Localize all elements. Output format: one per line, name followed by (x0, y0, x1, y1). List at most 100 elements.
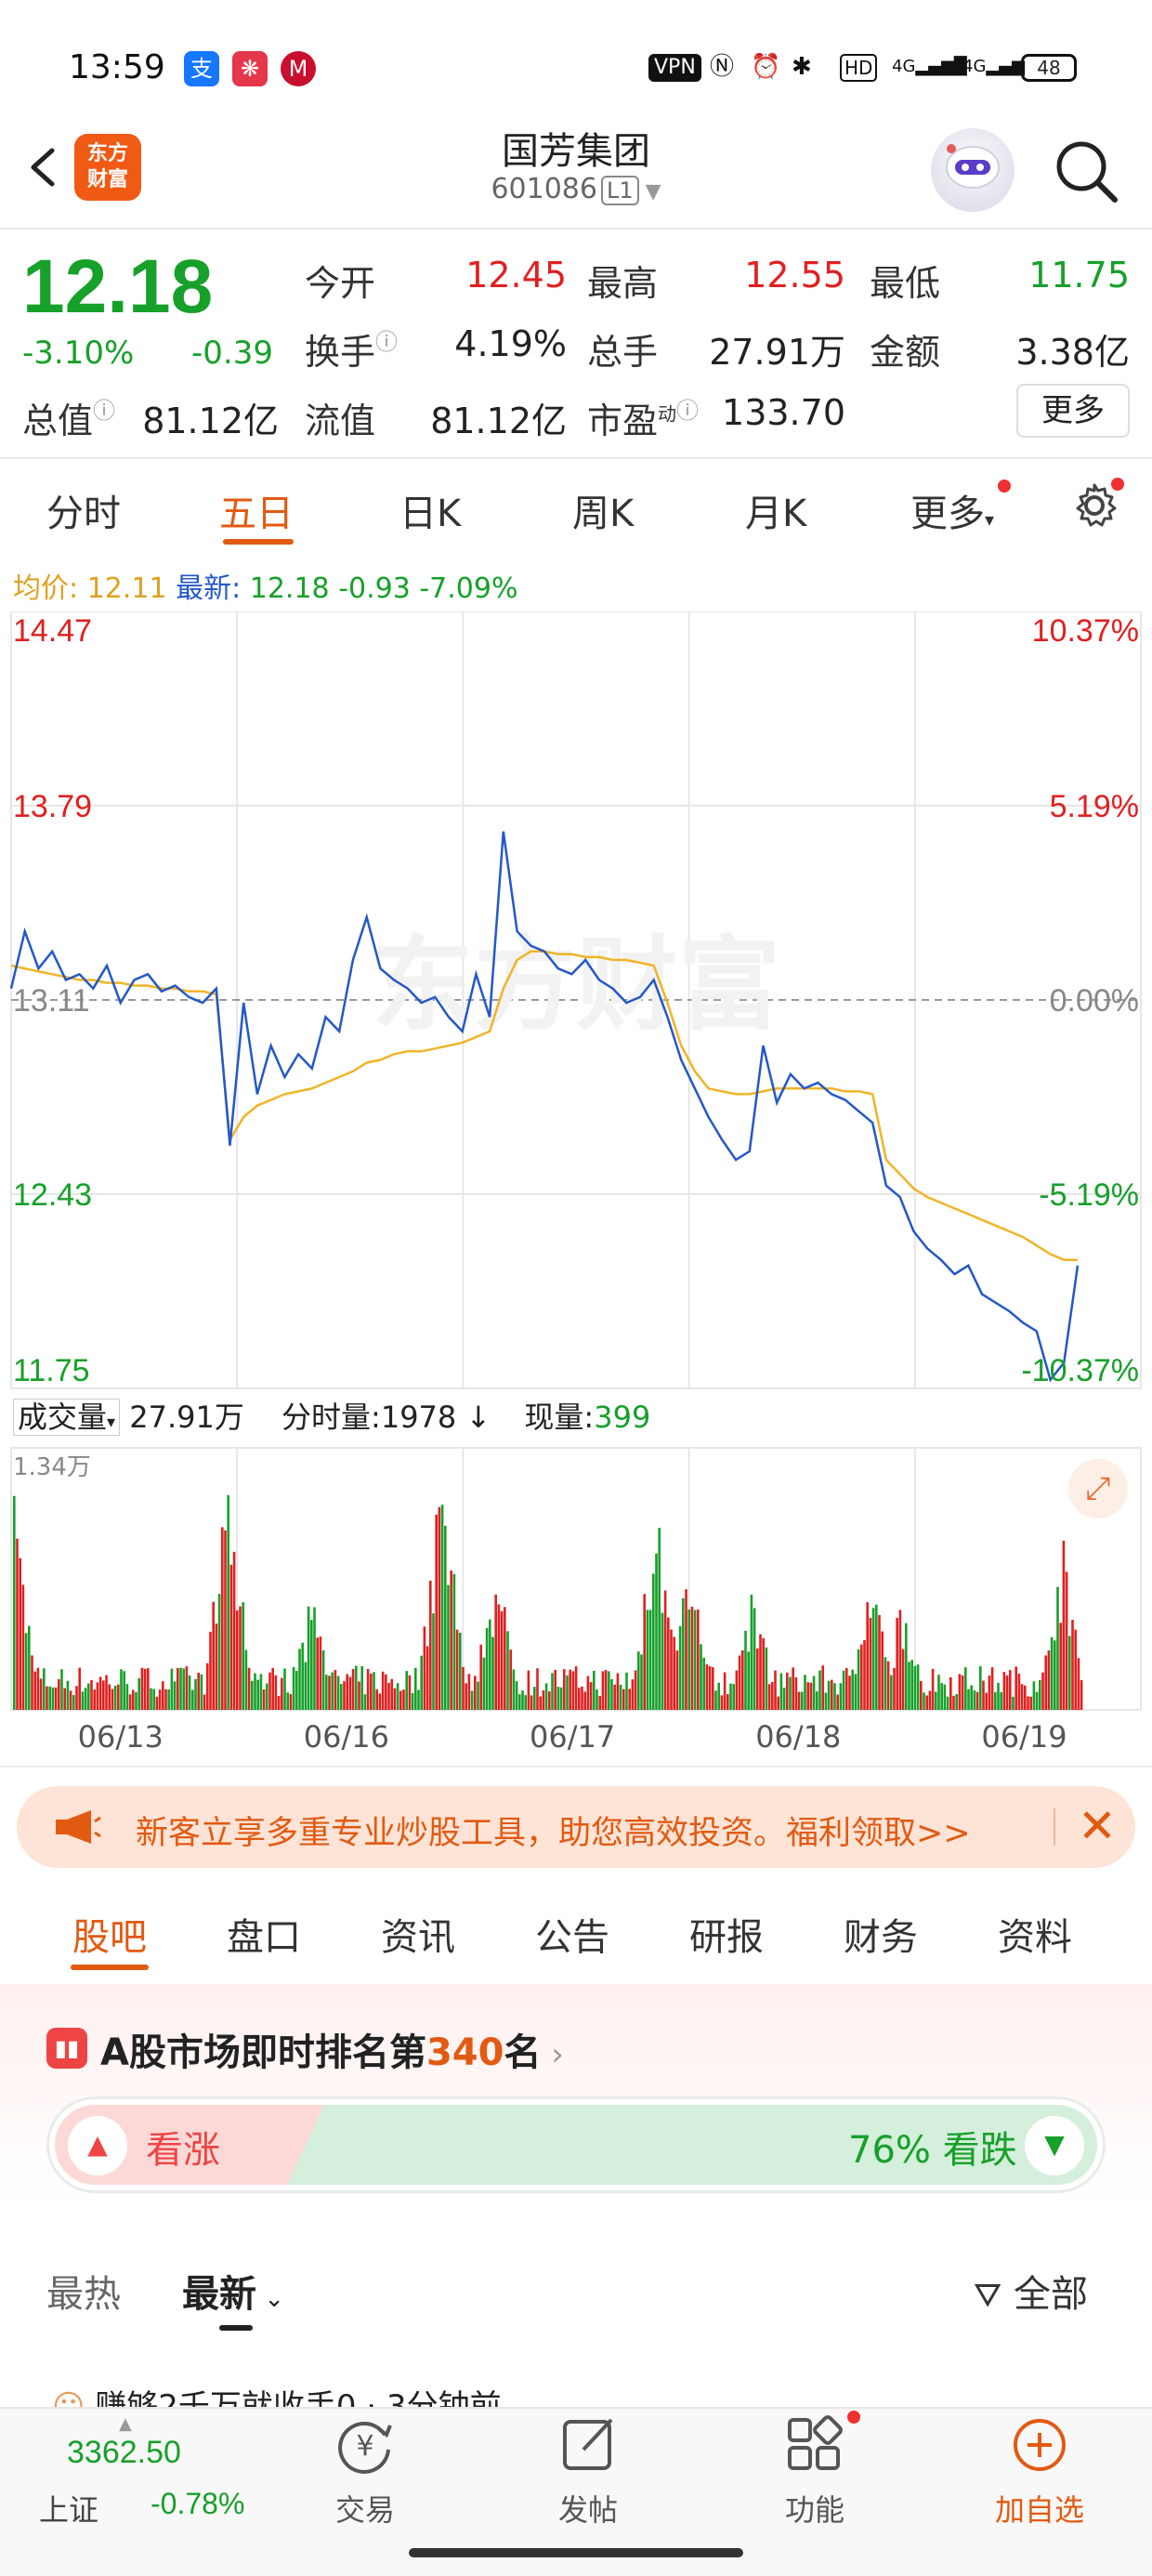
divider (0, 457, 1152, 459)
volume-bar (982, 1680, 985, 1710)
volume-bar (518, 1694, 521, 1710)
volume-bar (952, 1695, 955, 1710)
index-value[interactable]: 3362.50 (67, 2435, 181, 2471)
volume-bar (58, 1679, 60, 1710)
volume-bar (512, 1669, 516, 1710)
volume-bar (604, 1670, 608, 1710)
tab-research[interactable]: 研报 (689, 1907, 764, 1961)
tab-financials[interactable]: 财务 (844, 1907, 918, 1961)
volume-bar (321, 1649, 325, 1710)
volume-chart[interactable] (0, 1385, 1152, 1719)
nav-add-watchlist[interactable]: 加自选 (956, 2487, 1123, 2530)
tab-intraday[interactable]: 分时 (46, 483, 121, 537)
search-icon[interactable] (1050, 135, 1124, 209)
volume-bar (727, 1694, 729, 1710)
tab-monthly-k[interactable]: 月K (745, 483, 806, 537)
promo-banner[interactable]: 新客立享多重专业炒股工具，助您高效投资。福利领取>> ✕ (17, 1786, 1135, 1868)
volume-bar (209, 1631, 212, 1710)
bullish-arrow-icon[interactable]: ▲ (68, 2116, 127, 2175)
volume-bar (881, 1631, 884, 1710)
volume-bar (366, 1669, 370, 1710)
volume-bar (979, 1666, 982, 1710)
nav-post[interactable]: 发帖 (504, 2487, 672, 2530)
volume-bar (485, 1628, 489, 1710)
tab-weekly-k[interactable]: 周K (572, 483, 634, 537)
tab-daily-k[interactable]: 日K (399, 483, 461, 537)
volume-bar (801, 1691, 804, 1710)
bearish-arrow-icon[interactable]: ▼ (1025, 2116, 1084, 2175)
volume-bar (648, 1610, 652, 1710)
filter-all[interactable]: ⛛ 全部 (974, 2264, 1088, 2318)
volume-bar (319, 1636, 322, 1710)
volume-bar (236, 1610, 239, 1710)
nav-functions[interactable]: 功能 (731, 2487, 898, 2530)
y-axis-percent-label: -5.19% (1039, 1177, 1139, 1213)
open-value: 12.45 (465, 255, 567, 296)
volume-bar (150, 1688, 152, 1710)
expand-icon[interactable]: ⤢ (1068, 1459, 1128, 1518)
volume-bar (789, 1676, 792, 1710)
bearish-label[interactable]: 76% 看跌 (848, 2120, 1017, 2174)
volume-bar (256, 1679, 259, 1710)
tab-order-book[interactable]: 盘口 (227, 1907, 301, 1961)
volume-bar (863, 1639, 866, 1710)
volume-bar (24, 1633, 28, 1710)
volume-bar (84, 1688, 87, 1710)
assistant-robot-icon[interactable] (931, 128, 1015, 212)
volume-bar (1012, 1696, 1015, 1710)
tab-profile[interactable]: 资料 (998, 1907, 1072, 1961)
volume-bar (593, 1670, 596, 1710)
volume-bar (72, 1695, 75, 1710)
five-day-price-chart[interactable]: 东方财富 14.47 10.37% 13.79 5.19% 13.11 0.00% 12.4… (0, 611, 1152, 1390)
volume-bar (452, 1573, 456, 1710)
volume-bar (890, 1675, 893, 1710)
volume-bar (667, 1617, 670, 1710)
sort-hot[interactable]: 最热 (46, 2264, 121, 2318)
add-watchlist-icon[interactable] (1007, 2412, 1072, 2477)
tab-news[interactable]: 资讯 (381, 1907, 455, 1961)
bullish-label[interactable]: 看涨 (146, 2120, 220, 2174)
tab-announcements[interactable]: 公告 (535, 1907, 609, 1961)
volume-bar (943, 1684, 947, 1710)
float-value: 81.12亿 (430, 401, 567, 441)
volume-bar (262, 1689, 266, 1710)
market-ranking[interactable]: A股市场即时排名第340名 › (100, 2022, 564, 2076)
volume-bar (340, 1684, 343, 1710)
volume-bar (923, 1692, 925, 1710)
mktcap-value: 81.12亿 (142, 401, 279, 441)
volume-bar (643, 1594, 646, 1710)
volume-bar (375, 1689, 378, 1710)
tab-five-day[interactable]: 五日 (219, 483, 294, 537)
tab-more[interactable]: 更多▾ (910, 483, 994, 537)
volume-bar (1041, 1672, 1044, 1710)
volume-bar (854, 1674, 857, 1710)
volume-bar (574, 1666, 578, 1710)
volume-bar (566, 1675, 569, 1710)
volume-bar (536, 1668, 539, 1710)
index-name[interactable]: 上证 (39, 2487, 98, 2530)
volume-bar (673, 1636, 675, 1710)
volume-bar (90, 1679, 93, 1710)
volume-bar (373, 1672, 375, 1710)
volume-bar (1029, 1696, 1032, 1710)
tab-guba[interactable]: 股吧 (72, 1907, 147, 1961)
volume-bar (274, 1675, 278, 1710)
index-change[interactable]: -0.78% (151, 2487, 244, 2521)
sort-latest[interactable]: 最新 ⌄ (182, 2264, 284, 2318)
functions-grid-icon[interactable] (782, 2412, 847, 2477)
volume-bar (1047, 1650, 1051, 1710)
volume-bar (767, 1684, 771, 1710)
close-icon[interactable]: ✕ (1078, 1799, 1117, 1853)
more-quote-button[interactable]: 更多 (1016, 384, 1130, 438)
compose-post-icon[interactable] (556, 2412, 621, 2477)
nav-trade[interactable]: 交易 (281, 2487, 449, 2530)
volume-bar (459, 1632, 462, 1710)
volume-bar (556, 1687, 560, 1710)
volume-bar (1062, 1540, 1066, 1710)
x-axis-date-label: 06/17 (530, 1719, 616, 1755)
volume-bar (286, 1692, 289, 1710)
volume-bar (521, 1690, 524, 1710)
volume-bar (411, 1693, 414, 1710)
volume-bar (435, 1514, 438, 1710)
trade-yen-icon[interactable]: ¥ (333, 2412, 398, 2477)
